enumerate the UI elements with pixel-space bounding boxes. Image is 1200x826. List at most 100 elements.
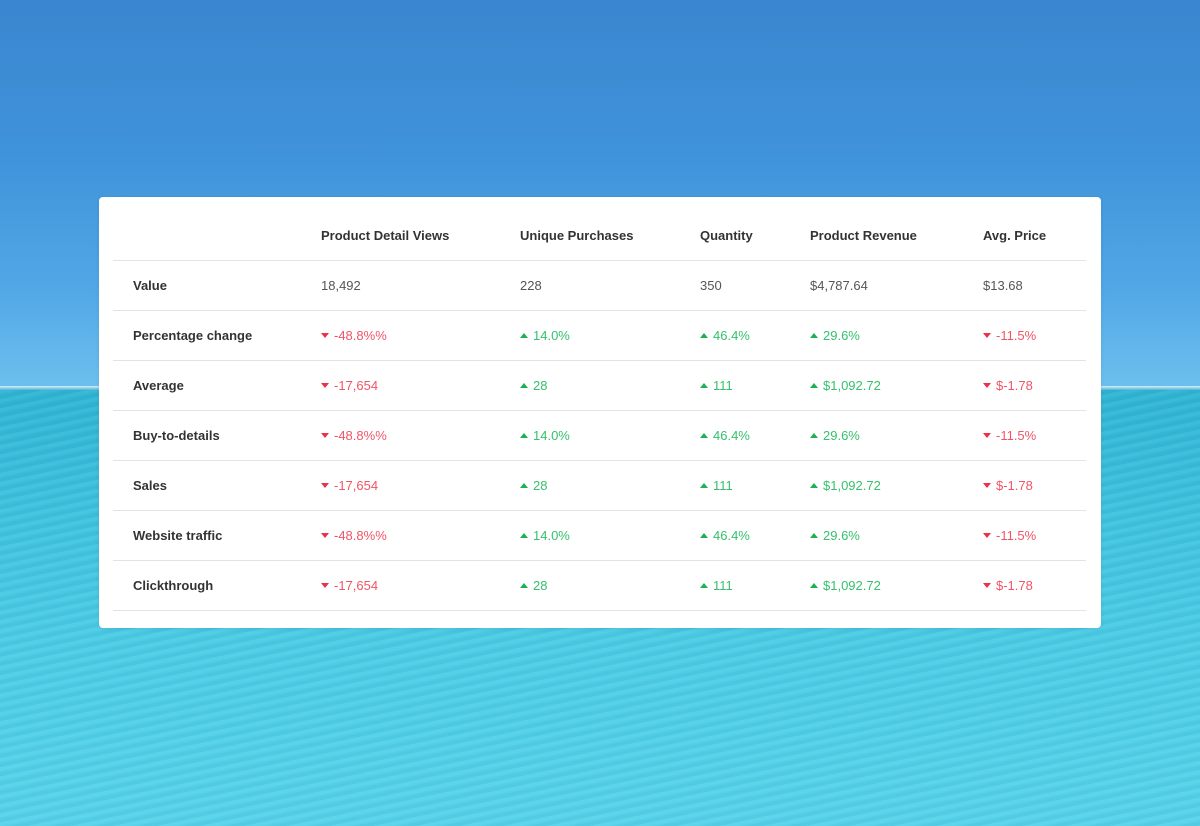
table-cell: $-1.78: [983, 360, 1086, 411]
table-cell: 111: [700, 360, 810, 411]
cell-value: $1,092.72: [823, 578, 881, 593]
table-row: Sales -17,654 28 111 $1,092.72 $-1.78: [113, 460, 1086, 511]
cell-value: 46.4%: [713, 528, 750, 543]
cell-value: 14.0%: [533, 328, 570, 343]
header-corner: [113, 211, 321, 261]
table-row: Average -17,654 28 111 $1,092.72 $-1.78: [113, 360, 1086, 411]
metrics-table: Product Detail Views Unique Purchases Qu…: [113, 211, 1086, 611]
table-cell: 111: [700, 460, 810, 511]
header-unique-purchases: Unique Purchases: [520, 211, 700, 261]
table-row: Buy-to-details -48.8%% 14.0% 46.4% 29.6% -11.…: [113, 410, 1086, 461]
triangle-up-icon: [700, 483, 708, 489]
triangle-up-icon: [700, 383, 708, 389]
triangle-down-icon: [983, 333, 991, 339]
table-body: Value 18,492 228 350 $4,787.64 $13.68 Percenta…: [113, 260, 1086, 611]
triangle-up-icon: [700, 533, 708, 539]
triangle-up-icon: [520, 433, 528, 439]
header-product-revenue: Product Revenue: [810, 211, 983, 261]
table-cell: 350: [700, 260, 810, 311]
triangle-up-icon: [810, 333, 818, 339]
triangle-down-icon: [321, 483, 329, 489]
cell-value: 29.6%: [823, 528, 860, 543]
triangle-up-icon: [810, 383, 818, 389]
triangle-down-icon: [321, 383, 329, 389]
cell-value: 350: [700, 278, 722, 293]
table-cell: -17,654: [321, 460, 520, 511]
table-cell: 18,492: [321, 260, 520, 311]
triangle-up-icon: [700, 433, 708, 439]
triangle-up-icon: [700, 333, 708, 339]
table-cell: -17,654: [321, 360, 520, 411]
cell-value: $4,787.64: [810, 278, 868, 293]
table-cell: -48.8%%: [321, 310, 520, 361]
table-row: Clickthrough -17,654 28 111 $1,092.72 $-1.78: [113, 560, 1086, 611]
triangle-up-icon: [810, 433, 818, 439]
cell-value: 111: [713, 578, 733, 593]
cell-value: -11.5%: [996, 528, 1037, 543]
cell-value: -17,654: [334, 478, 379, 493]
cell-value: 28: [533, 378, 548, 393]
triangle-down-icon: [983, 483, 991, 489]
table-cell: $1,092.72: [810, 360, 983, 411]
triangle-down-icon: [983, 583, 991, 589]
table-cell: -17,654: [321, 560, 520, 611]
table-cell: 46.4%: [700, 510, 810, 561]
table-cell: 29.6%: [810, 510, 983, 561]
row-label: Clickthrough: [113, 560, 321, 611]
row-label: Website traffic: [113, 510, 321, 561]
table-cell: $1,092.72: [810, 460, 983, 511]
triangle-up-icon: [520, 483, 528, 489]
cell-value: 46.4%: [713, 328, 750, 343]
cell-value: $-1.78: [996, 378, 1033, 393]
triangle-up-icon: [520, 583, 528, 589]
cell-value: 111: [713, 378, 733, 393]
cell-value: -17,654: [334, 378, 379, 393]
header-product-detail-views: Product Detail Views: [321, 211, 520, 261]
cell-value: $1,092.72: [823, 378, 881, 393]
cell-value: 228: [520, 278, 542, 293]
triangle-up-icon: [810, 583, 818, 589]
table-cell: 29.6%: [810, 410, 983, 461]
cell-value: -17,654: [334, 578, 379, 593]
table-cell: 46.4%: [700, 410, 810, 461]
table-cell: 29.6%: [810, 310, 983, 361]
cell-value: 46.4%: [713, 428, 750, 443]
row-label: Percentage change: [113, 310, 321, 361]
cell-value: -48.8%%: [334, 428, 387, 443]
triangle-up-icon: [810, 533, 818, 539]
triangle-up-icon: [810, 483, 818, 489]
cell-value: 14.0%: [533, 528, 570, 543]
triangle-up-icon: [520, 533, 528, 539]
row-label: Sales: [113, 460, 321, 511]
cell-value: 111: [713, 478, 733, 493]
row-label: Buy-to-details: [113, 410, 321, 461]
cell-value: $-1.78: [996, 478, 1033, 493]
triangle-up-icon: [700, 583, 708, 589]
table-cell: 46.4%: [700, 310, 810, 361]
triangle-down-icon: [983, 383, 991, 389]
table-cell: 28: [520, 560, 700, 611]
cell-value: $1,092.72: [823, 478, 881, 493]
table-row: Percentage change -48.8%% 14.0% 46.4% 29.6% -…: [113, 310, 1086, 361]
table-cell: 228: [520, 260, 700, 311]
table-row: Website traffic -48.8%% 14.0% 46.4% 29.6% -11…: [113, 510, 1086, 561]
cell-value: 28: [533, 478, 548, 493]
table-cell: 111: [700, 560, 810, 611]
triangle-up-icon: [520, 383, 528, 389]
table-cell: -11.5%: [983, 310, 1086, 361]
table-cell: -48.8%%: [321, 510, 520, 561]
row-label: Average: [113, 360, 321, 411]
table-cell: $4,787.64: [810, 260, 983, 311]
cell-value: 14.0%: [533, 428, 570, 443]
cell-value: $13.68: [983, 278, 1023, 293]
triangle-down-icon: [321, 583, 329, 589]
triangle-down-icon: [321, 333, 329, 339]
header-row: Product Detail Views Unique Purchases Qu…: [113, 211, 1086, 261]
cell-value: -11.5%: [996, 328, 1037, 343]
table-cell: $-1.78: [983, 560, 1086, 611]
cell-value: 29.6%: [823, 328, 860, 343]
table-cell: 28: [520, 360, 700, 411]
table-cell: -48.8%%: [321, 410, 520, 461]
header-avg-price: Avg. Price: [983, 211, 1086, 261]
cell-value: 18,492: [321, 278, 361, 293]
